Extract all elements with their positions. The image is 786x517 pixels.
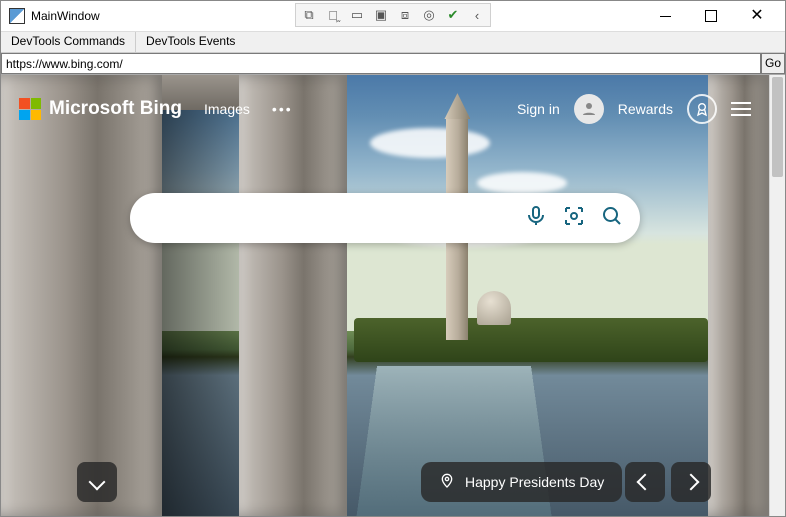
target-icon[interactable]: ◎ (418, 5, 440, 25)
square-icon[interactable]: ▣ (370, 5, 392, 25)
window-title: MainWindow (31, 9, 100, 23)
viewport-wrap: Microsoft Bing Images ••• Sign in Reward… (1, 75, 785, 516)
menu-devtools-commands[interactable]: DevTools Commands (1, 32, 136, 52)
bing-logo[interactable]: Microsoft Bing (19, 98, 182, 120)
camera-icon[interactable]: ◻᷿ (322, 5, 344, 25)
hero-caption[interactable]: Happy Presidents Day (421, 462, 622, 502)
minimize-button[interactable] (651, 2, 679, 30)
screen-select-icon[interactable]: ▭ (346, 5, 368, 25)
more-menu-icon[interactable]: ••• (272, 101, 293, 117)
lincoln-column (1, 75, 162, 516)
chevron-left-icon (637, 474, 654, 491)
nav-images[interactable]: Images (204, 101, 250, 117)
chevron-left-icon[interactable]: ‹ (466, 5, 488, 25)
scrollbar-thumb[interactable] (772, 77, 783, 177)
url-input[interactable] (1, 53, 761, 74)
chevron-right-icon (683, 474, 700, 491)
hero-next-button[interactable] (671, 462, 711, 502)
expand-button[interactable] (77, 462, 117, 502)
titlebar: MainWindow ⧉ ◻᷿ ▭ ▣ ⧈ ◎ ✔ ‹ ✕ (1, 1, 785, 31)
lincoln-column (708, 75, 769, 516)
signin-link[interactable]: Sign in (517, 101, 560, 117)
rewards-link[interactable]: Rewards (618, 101, 673, 117)
check-icon[interactable]: ✔ (442, 5, 464, 25)
hamburger-menu-icon[interactable] (731, 102, 751, 116)
user-avatar-icon[interactable] (574, 94, 604, 124)
app-icon (9, 8, 25, 24)
capitol-dome (477, 291, 511, 325)
menubar: DevTools Commands DevTools Events (1, 31, 785, 53)
bing-header: Microsoft Bing Images ••• Sign in Reward… (1, 87, 769, 131)
search-icon[interactable] (600, 204, 624, 233)
image-search-icon[interactable] (562, 204, 586, 233)
maximize-button[interactable] (697, 2, 725, 30)
caption-text: Happy Presidents Day (465, 474, 604, 490)
overlay-icon[interactable]: ⧈ (394, 5, 416, 25)
lincoln-column (239, 75, 347, 516)
voice-search-icon[interactable] (524, 204, 548, 233)
hero-nav (625, 462, 711, 502)
hero-prev-button[interactable] (625, 462, 665, 502)
window-controls: ✕ (651, 2, 777, 30)
urlbar: Go (1, 53, 785, 75)
location-pin-icon (439, 473, 455, 492)
search-box (130, 193, 640, 243)
debug-toolbar: ⧉ ◻᷿ ▭ ▣ ⧈ ◎ ✔ ‹ (295, 3, 491, 27)
close-button[interactable]: ✕ (743, 2, 771, 30)
dev-inspect-icon[interactable]: ⧉ (298, 5, 320, 25)
hero-background (1, 75, 769, 516)
browser-viewport: Microsoft Bing Images ••• Sign in Reward… (1, 75, 769, 516)
vertical-scrollbar[interactable] (769, 75, 785, 516)
microsoft-logo-icon (19, 98, 41, 120)
menu-devtools-events[interactable]: DevTools Events (136, 32, 245, 52)
brand-text: Microsoft Bing (49, 98, 182, 120)
rewards-badge-icon[interactable] (687, 94, 717, 124)
search-input[interactable] (152, 209, 524, 227)
chevron-down-icon (89, 474, 106, 491)
go-button[interactable]: Go (761, 53, 785, 74)
